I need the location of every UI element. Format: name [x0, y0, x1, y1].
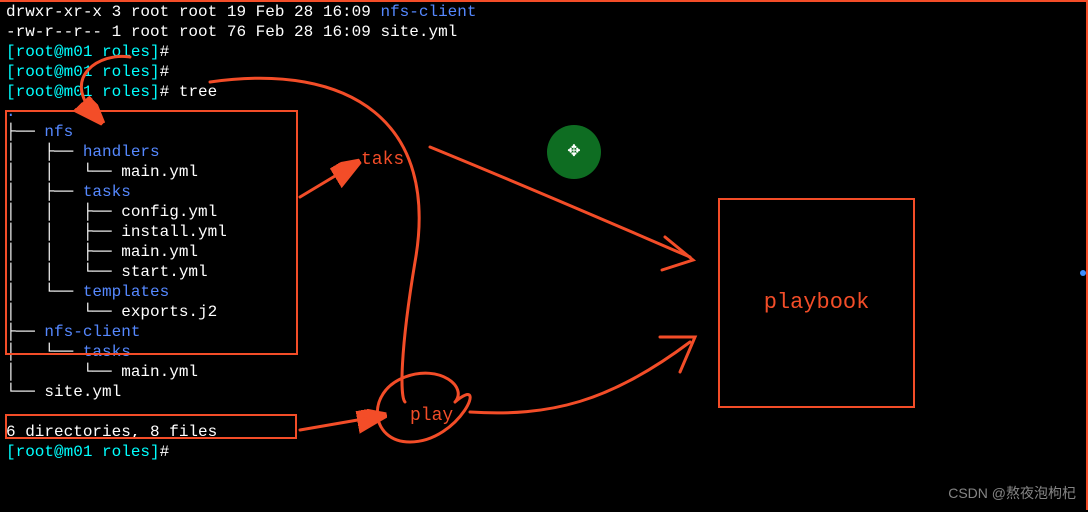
prompt-2: [root@m01 roles]#: [6, 62, 1080, 82]
tree-nfs-client-main: │ └── main.yml: [6, 362, 1080, 382]
watermark: CSDN @熬夜泡枸杞: [948, 485, 1076, 503]
annotation-box-roles-folder: [5, 110, 298, 355]
prompt-1: [root@m01 roles]#: [6, 42, 1080, 62]
tree-site: └── site.yml: [6, 382, 1080, 402]
annotation-label-taks: taks: [361, 149, 404, 172]
prompt-3[interactable]: [root@m01 roles]#: [6, 442, 1080, 462]
prompt-tree[interactable]: [root@m01 roles]# tree: [6, 82, 1080, 102]
ls-line-nfs-client: drwxr-xr-x 3 root root 19 Feb 28 16:09 n…: [6, 2, 1080, 22]
annotation-box-site-yml: [5, 414, 297, 439]
annotation-box-playbook: playbook: [718, 198, 915, 408]
annotation-label-play: play: [410, 405, 453, 428]
cursor-indicator-icon: ✥: [547, 125, 601, 179]
ls-line-site: -rw-r--r-- 1 root root 76 Feb 28 16:09 s…: [6, 22, 1080, 42]
scroll-indicator-icon: [1080, 270, 1086, 276]
